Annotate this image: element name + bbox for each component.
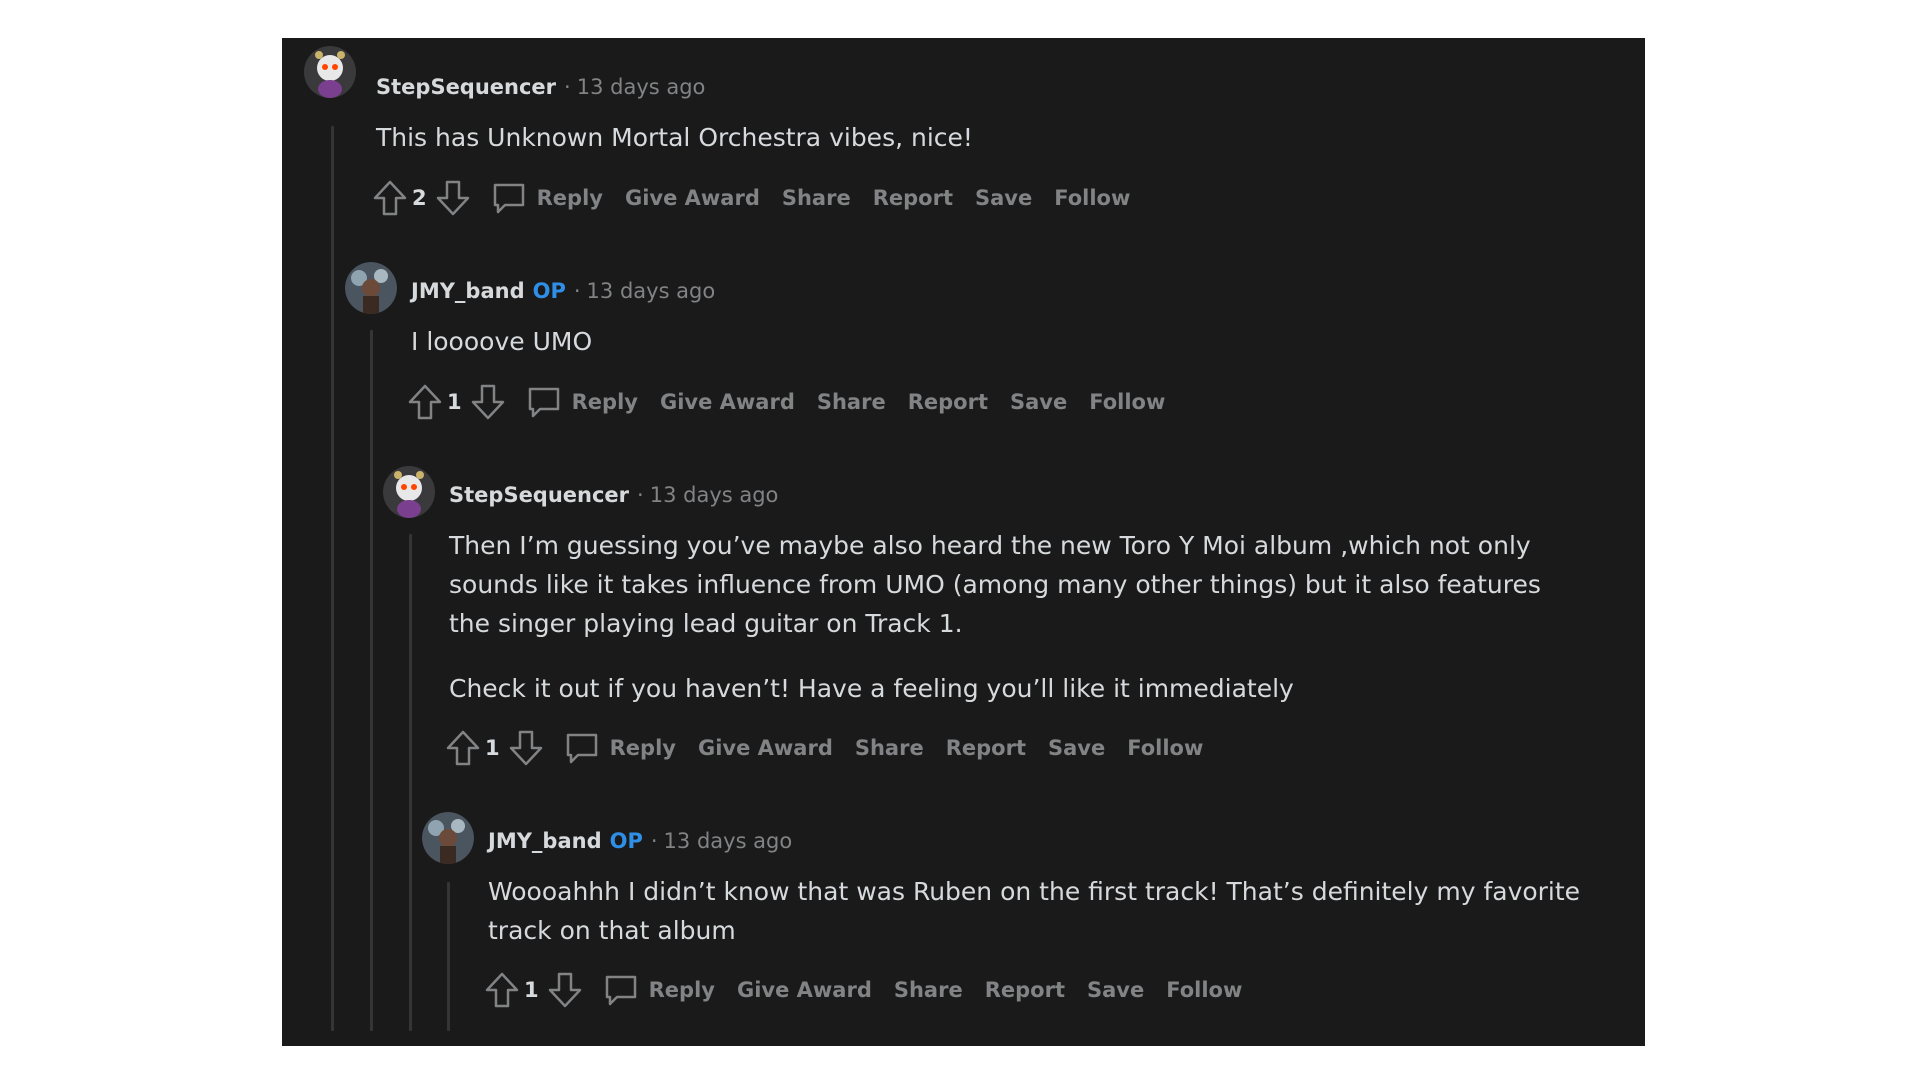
save-button[interactable]: Save xyxy=(975,186,1032,210)
comment-thread-panel: StepSequencer · 13 days ago This has Unk… xyxy=(282,38,1645,1046)
report-button[interactable]: Report xyxy=(908,390,988,414)
thread-line-level-3[interactable] xyxy=(409,534,412,1031)
upvote-icon[interactable] xyxy=(445,729,481,767)
comment-actions: 1 Reply Give Award Share Report Save Fol… xyxy=(484,970,1242,1010)
thread-line-level-1[interactable] xyxy=(331,126,334,1031)
comment-actions: 2 Reply Give Award Share Report Save Fol… xyxy=(372,178,1130,218)
vote-score: 2 xyxy=(412,186,427,210)
comment-body: This has Unknown Mortal Orchestra vibes,… xyxy=(376,118,1506,157)
share-button[interactable]: Share xyxy=(782,186,851,210)
comment-body: I loooove UMO xyxy=(411,322,1541,361)
comment-paragraph: This has Unknown Mortal Orchestra vibes,… xyxy=(376,123,973,152)
author-name[interactable]: JMY_band xyxy=(411,279,525,303)
comment-body: Then I’m guessing you’ve maybe also hear… xyxy=(449,526,1579,708)
give-award-button[interactable]: Give Award xyxy=(660,390,795,414)
save-button[interactable]: Save xyxy=(1048,736,1105,760)
comment-actions: 1 Reply Give Award Share Report Save Fol… xyxy=(407,382,1165,422)
op-badge: OP xyxy=(532,279,566,303)
reply-button[interactable]: Reply xyxy=(537,186,603,210)
timestamp[interactable]: 13 days ago xyxy=(664,829,793,853)
comment-paragraph: Check it out if you haven’t! Have a feel… xyxy=(449,674,1294,703)
reply-bubble-icon[interactable] xyxy=(491,180,527,216)
downvote-icon[interactable] xyxy=(508,729,544,767)
comment-meta: StepSequencer · 13 days ago xyxy=(449,480,778,510)
reply-button[interactable]: Reply xyxy=(649,978,715,1002)
timestamp[interactable]: 13 days ago xyxy=(587,279,716,303)
timestamp[interactable]: 13 days ago xyxy=(650,483,779,507)
author-name[interactable]: StepSequencer xyxy=(449,483,629,507)
follow-button[interactable]: Follow xyxy=(1166,978,1242,1002)
upvote-icon[interactable] xyxy=(484,971,520,1009)
report-button[interactable]: Report xyxy=(946,736,1026,760)
downvote-icon[interactable] xyxy=(547,971,583,1009)
thread-line-level-4[interactable] xyxy=(447,882,450,1031)
report-button[interactable]: Report xyxy=(985,978,1065,1002)
thread-line-level-2[interactable] xyxy=(370,330,373,1031)
downvote-icon[interactable] xyxy=(470,383,506,421)
follow-button[interactable]: Follow xyxy=(1054,186,1130,210)
share-button[interactable]: Share xyxy=(855,736,924,760)
save-button[interactable]: Save xyxy=(1087,978,1144,1002)
separator: · xyxy=(637,483,644,507)
snoo-avatar-icon[interactable] xyxy=(345,262,397,314)
reply-bubble-icon[interactable] xyxy=(603,972,639,1008)
comment-body: Woooahhh I didn’t know that was Ruben on… xyxy=(488,872,1588,950)
share-button[interactable]: Share xyxy=(894,978,963,1002)
author-name[interactable]: StepSequencer xyxy=(376,75,556,99)
give-award-button[interactable]: Give Award xyxy=(698,736,833,760)
comment-paragraph: I loooove UMO xyxy=(411,327,593,356)
snoo-avatar-icon[interactable] xyxy=(422,812,474,864)
comment-meta: StepSequencer · 13 days ago xyxy=(376,72,705,102)
op-badge: OP xyxy=(609,829,643,853)
vote-score: 1 xyxy=(485,736,500,760)
separator: · xyxy=(564,75,571,99)
separator: · xyxy=(650,829,658,853)
reply-button[interactable]: Reply xyxy=(572,390,638,414)
downvote-icon[interactable] xyxy=(435,179,471,217)
comment-paragraph: Then I’m guessing you’ve maybe also hear… xyxy=(449,531,1541,638)
follow-button[interactable]: Follow xyxy=(1089,390,1165,414)
author-name[interactable]: JMY_band xyxy=(488,829,602,853)
comment-paragraph: Woooahhh I didn’t know that was Ruben on… xyxy=(488,877,1581,945)
reply-bubble-icon[interactable] xyxy=(526,384,562,420)
follow-button[interactable]: Follow xyxy=(1127,736,1203,760)
snoo-avatar-icon[interactable] xyxy=(304,46,356,98)
reply-button[interactable]: Reply xyxy=(610,736,676,760)
report-button[interactable]: Report xyxy=(873,186,953,210)
give-award-button[interactable]: Give Award xyxy=(737,978,872,1002)
vote-score: 1 xyxy=(447,390,462,414)
vote-score: 1 xyxy=(524,978,539,1002)
reply-bubble-icon[interactable] xyxy=(564,730,600,766)
separator: · xyxy=(573,279,581,303)
save-button[interactable]: Save xyxy=(1010,390,1067,414)
upvote-icon[interactable] xyxy=(372,179,408,217)
share-button[interactable]: Share xyxy=(817,390,886,414)
comment-actions: 1 Reply Give Award Share Report Save Fol… xyxy=(445,728,1203,768)
comment-meta: JMY_band OP · 13 days ago xyxy=(411,276,715,306)
upvote-icon[interactable] xyxy=(407,383,443,421)
give-award-button[interactable]: Give Award xyxy=(625,186,760,210)
comment-meta: JMY_band OP · 13 days ago xyxy=(488,826,792,856)
timestamp[interactable]: 13 days ago xyxy=(577,75,706,99)
snoo-avatar-icon[interactable] xyxy=(383,466,435,518)
